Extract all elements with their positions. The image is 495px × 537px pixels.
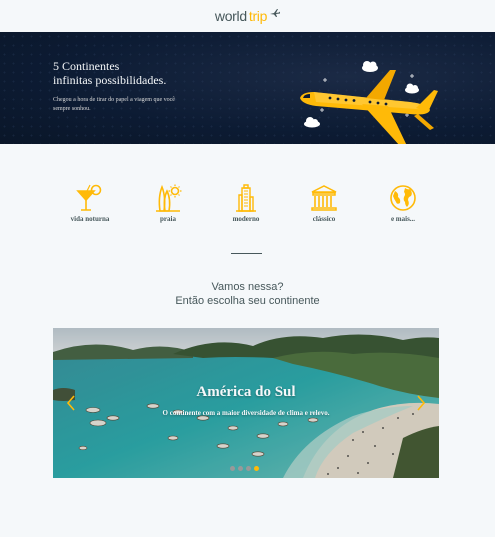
logo-text-world: world [214,8,247,24]
hero-banner: 5 Continentes infinitas possibilidades. … [0,32,495,144]
pagination-dot-2[interactable] [238,466,243,471]
prompt-line2: Então escolha seu continente [175,295,320,307]
type-label-classic: clássico [312,215,336,223]
pagination-dot-1[interactable] [230,466,235,471]
continent-carousel[interactable]: América do Sul O continente com a maior … [53,328,439,478]
type-classic[interactable]: clássico [289,183,359,223]
section-divider [231,253,262,254]
carousel-pagination [230,466,259,471]
type-modern[interactable]: moderno [211,183,281,223]
header: world trip [0,0,495,32]
museum-icon [311,185,337,211]
chevron-right-icon [417,395,426,411]
type-label-nightlife: vida noturna [70,215,110,223]
chevron-left-icon [66,395,75,411]
type-nightlife[interactable]: vida noturna [55,183,125,223]
carousel-next-button[interactable] [415,395,427,411]
airplane-logo-icon [270,9,281,17]
pagination-dot-4[interactable] [254,466,259,471]
type-label-beach: praia [160,215,176,223]
cocktail-icon [76,184,102,211]
airplane-illustration-icon [300,61,438,144]
logo[interactable]: world trip [214,8,281,24]
building-icon [236,184,256,212]
banner-title-line2: infinitas possibilidades. [53,73,167,87]
banner-text: Chegou a hora de tirar do papel a viagem… [53,97,175,112]
travel-types: vida noturna praia moderno clássico e ma… [55,183,440,233]
continent-prompt: Vamos nessa? Então escolha seu continent… [0,280,495,308]
carousel-prev-button[interactable] [65,395,77,411]
type-more[interactable]: e mais... [368,183,438,223]
beach-photo [53,328,439,478]
banner-title-line1: 5 Continentes [53,59,120,73]
earth-icon [390,185,416,211]
slide-subtitle: O continente com a maior diversidade de … [162,409,330,417]
type-label-modern: moderno [232,215,260,223]
banner-title: 5 Continentes infinitas possibilidades. [53,59,166,87]
surfboard-icon [156,184,182,212]
logo-text-trip: trip [248,8,268,24]
prompt-line1: Vamos nessa? [211,281,284,293]
pagination-dot-3[interactable] [246,466,251,471]
type-beach[interactable]: praia [133,183,203,223]
type-label-more: e mais... [390,215,416,223]
slide-title[interactable]: América do Sul [53,384,439,401]
